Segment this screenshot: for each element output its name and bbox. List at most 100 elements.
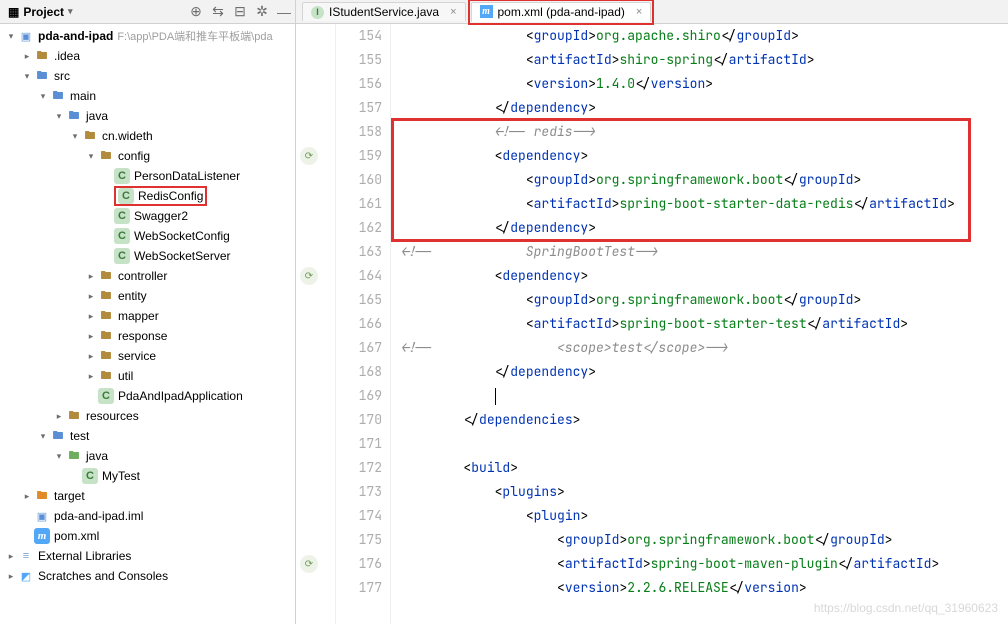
code-line-167[interactable]: <!-- <scope>test</scope>--> [401, 336, 1008, 360]
code-line-175[interactable]: <groupId>org.springframework.boot</group… [401, 528, 1008, 552]
tree-item-pda-and-ipad-iml[interactable]: ▣ pda-and-ipad.iml [0, 506, 295, 526]
tab-istudentservice-java[interactable]: IIStudentService.java× [302, 2, 466, 21]
tree-item-cn-wideth[interactable]: ▾🖿cn.wideth [0, 126, 295, 146]
code-line-170[interactable]: </dependencies> [401, 408, 1008, 432]
gutter-badge-icon[interactable]: ⟳ [300, 555, 318, 573]
tree-item-java[interactable]: ▾🖿java [0, 106, 295, 126]
tree-item-test-label: test [70, 429, 89, 443]
project-root[interactable]: ▾▣pda-and-ipadF:\app\PDA端和推车平板端\pda [0, 26, 295, 46]
tree-item-scratches-and-consoles[interactable]: ▸◩Scratches and Consoles [0, 566, 295, 586]
line-number: 159 [336, 144, 382, 168]
tree-item-src-icon: 🖿 [34, 68, 50, 84]
code-line-173[interactable]: <plugins> [401, 480, 1008, 504]
code-line-156[interactable]: <version>1.4.0</version> [401, 72, 1008, 96]
tree-item-mapper[interactable]: ▸🖿mapper [0, 306, 295, 326]
tree-item-src-label: src [54, 69, 70, 83]
tree-item-redisconfig[interactable]: C RedisConfig [0, 186, 295, 206]
code-line-155[interactable]: <artifactId>shiro-spring</artifactId> [401, 48, 1008, 72]
tree-item-pda-and-ipad-iml-label: pda-and-ipad.iml [54, 509, 143, 523]
code-line-171[interactable] [401, 432, 1008, 456]
tree-item-java-icon: 🖿 [66, 448, 82, 464]
line-number: 165 [336, 288, 382, 312]
tree-item-target-label: target [54, 489, 85, 503]
tree-item-pdaandipadapplication[interactable]: CPdaAndIpadApplication [0, 386, 295, 406]
tree-item-resources[interactable]: ▸🖿resources [0, 406, 295, 426]
collapse-btn[interactable]: ⊟ [229, 1, 251, 23]
tree-item-redisconfig-icon: C [118, 188, 134, 204]
tab-pom-xml-pda-and-ipad-[interactable]: mpom.xml (pda-and-ipad)× [471, 2, 652, 22]
code-line-172[interactable]: <build> [401, 456, 1008, 480]
tree-item-java[interactable]: ▾🖿java [0, 446, 295, 466]
expand-btn[interactable]: ⇆ [207, 1, 229, 23]
tree-item-persondatalistener[interactable]: CPersonDataListener [0, 166, 295, 186]
code-line-160[interactable]: <groupId>org.springframework.boot</group… [401, 168, 1008, 192]
code-line-168[interactable]: </dependency> [401, 360, 1008, 384]
tree-item-src[interactable]: ▾🖿src [0, 66, 295, 86]
code-line-176[interactable]: <artifactId>spring-boot-maven-plugin</ar… [401, 552, 1008, 576]
code-line-164[interactable]: <dependency> [401, 264, 1008, 288]
chevron-icon: ▸ [20, 51, 34, 62]
tree-item--idea[interactable]: ▸🖿.idea [0, 46, 295, 66]
chevron-icon: ▸ [4, 551, 18, 562]
tree-item-swagger2[interactable]: CSwagger2 [0, 206, 295, 226]
tree-item-mytest[interactable]: CMyTest [0, 466, 295, 486]
tree-item-response[interactable]: ▸🖿response [0, 326, 295, 346]
chevron-icon: ▸ [84, 271, 98, 282]
code-line-154[interactable]: <groupId>org.apache.shiro</groupId> [401, 24, 1008, 48]
tree-item-entity[interactable]: ▸🖿entity [0, 286, 295, 306]
tree-item-external-libraries[interactable]: ▸≡External Libraries [0, 546, 295, 566]
code-line-158[interactable]: <!-- redis--> [401, 120, 1008, 144]
tree-item--idea-icon: 🖿 [34, 48, 50, 64]
tree-item-pom-xml[interactable]: mpom.xml [0, 526, 295, 546]
tree-item-websocketserver-icon: C [114, 248, 130, 264]
line-number: 170 [336, 408, 382, 432]
project-tree[interactable]: ▾▣pda-and-ipadF:\app\PDA端和推车平板端\pda▸🖿.id… [0, 24, 295, 624]
tree-item-websocketconfig[interactable]: CWebSocketConfig [0, 226, 295, 246]
close-icon[interactable]: × [636, 6, 642, 18]
tree-item-websocketserver[interactable]: CWebSocketServer [0, 246, 295, 266]
chevron-icon: ▸ [4, 571, 18, 582]
line-number: 160 [336, 168, 382, 192]
code-line-166[interactable]: <artifactId>spring-boot-starter-test</ar… [401, 312, 1008, 336]
code-line-161[interactable]: <artifactId>spring-boot-starter-data-red… [401, 192, 1008, 216]
tree-item-response-label: response [118, 329, 167, 343]
settings-gear-icon[interactable]: ✲ [251, 1, 273, 23]
code-line-165[interactable]: <groupId>org.springframework.boot</group… [401, 288, 1008, 312]
locate-btn[interactable]: ⊕ [185, 1, 207, 23]
chevron-icon: ▸ [84, 311, 98, 322]
tree-item-test[interactable]: ▾🖿test [0, 426, 295, 446]
tree-item-util[interactable]: ▸🖿util [0, 366, 295, 386]
code-line-159[interactable]: <dependency> [401, 144, 1008, 168]
tree-item-config[interactable]: ▾🖿 config [0, 146, 295, 166]
tree-item-pom-xml-label: pom.xml [54, 529, 99, 543]
hide-btn[interactable]: — [273, 1, 295, 23]
tree-item-java-label: java [86, 109, 108, 123]
chevron-icon: ▸ [20, 491, 34, 502]
tree-item-main[interactable]: ▾🖿main [0, 86, 295, 106]
code-line-163[interactable]: <!-- SpringBootTest--> [401, 240, 1008, 264]
tree-item-config-icon: 🖿 [98, 148, 114, 164]
tree-item-scratches-and-consoles-label: Scratches and Consoles [38, 569, 168, 583]
tree-item-target[interactable]: ▸🖿target [0, 486, 295, 506]
tree-item-config-label: config [118, 149, 150, 163]
gutter-badge-icon[interactable]: ⟳ [300, 267, 318, 285]
project-sidebar: ▦ Project ▾ ⊕ ⇆ ⊟ ✲ — ▾▣pda-and-ipadF:\a… [0, 0, 296, 624]
code-line-169[interactable] [401, 384, 1008, 408]
tree-item-websocketconfig-label: WebSocketConfig [134, 229, 230, 243]
tree-item-swagger2-label: Swagger2 [134, 209, 188, 223]
tree-item-redisconfig-label: RedisConfig [138, 189, 203, 203]
chevron-icon: ▾ [36, 91, 50, 102]
code-editor[interactable]: <groupId>org.apache.shiro</groupId> <art… [391, 24, 1008, 624]
code-line-157[interactable]: </dependency> [401, 96, 1008, 120]
tree-item-service[interactable]: ▸🖿service [0, 346, 295, 366]
code-line-162[interactable]: </dependency> [401, 216, 1008, 240]
tree-item-controller[interactable]: ▸🖿controller [0, 266, 295, 286]
project-tool-title[interactable]: ▦ Project ▾ [0, 5, 81, 19]
tree-item-cn-wideth-label: cn.wideth [102, 129, 153, 143]
line-number: 155 [336, 48, 382, 72]
close-icon[interactable]: × [450, 6, 456, 18]
tree-item-pda-and-ipad-iml-icon: ▣ [34, 508, 50, 524]
gutter-badge-icon[interactable]: ⟳ [300, 147, 318, 165]
code-line-174[interactable]: <plugin> [401, 504, 1008, 528]
chevron-icon: ▾ [84, 151, 98, 162]
